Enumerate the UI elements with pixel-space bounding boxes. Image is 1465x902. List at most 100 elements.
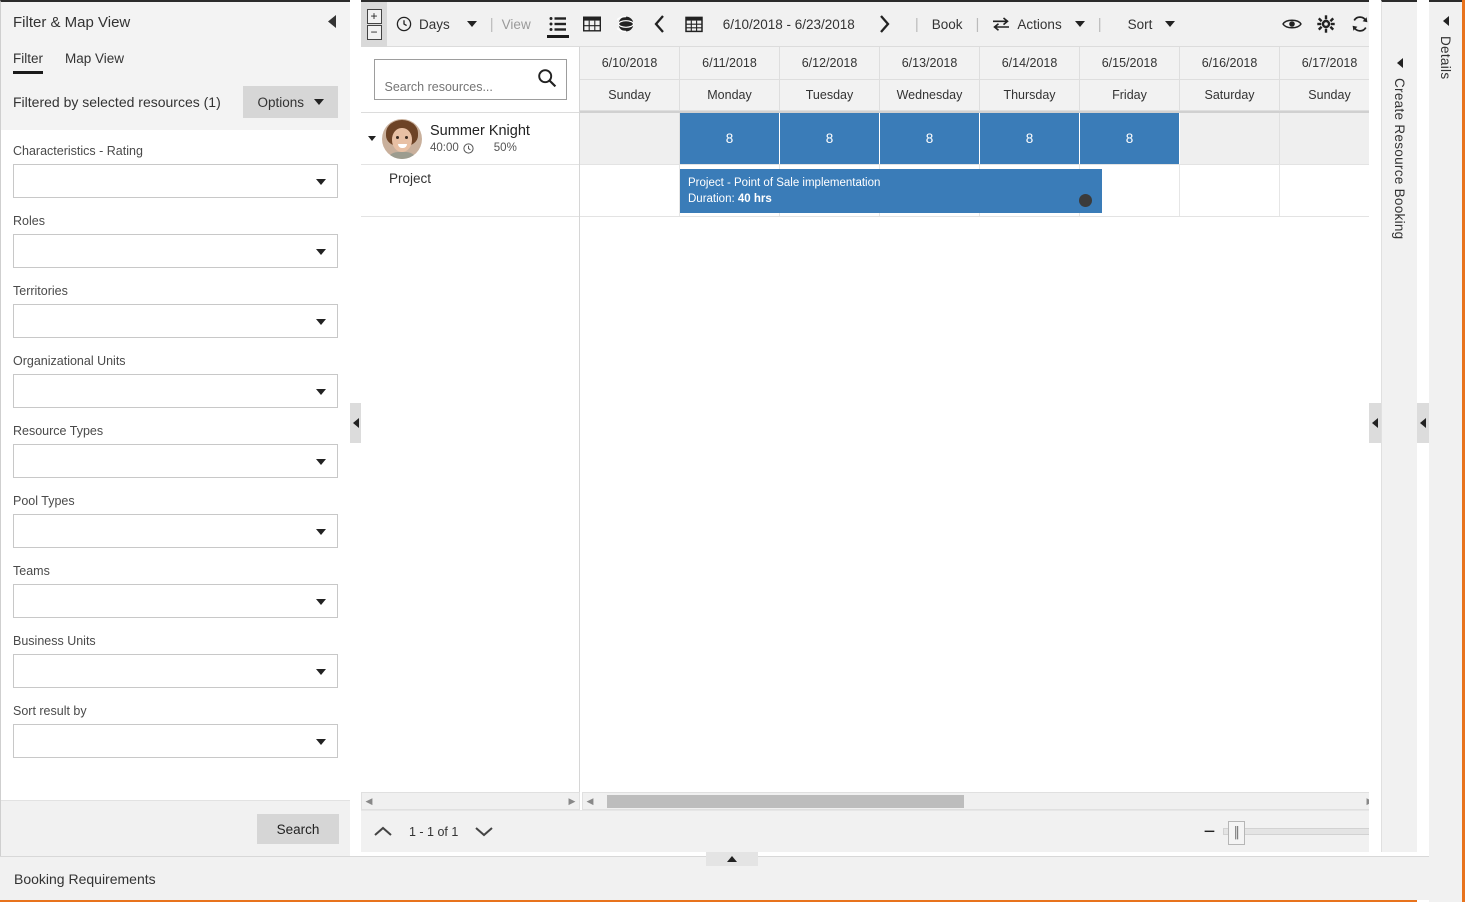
date-header-cell: 6/17/2018 — [1280, 47, 1380, 80]
right-splitter-handle[interactable] — [1369, 403, 1381, 443]
organizational-units-select[interactable] — [13, 374, 338, 408]
scroll-left-arrow[interactable]: ◀ — [362, 796, 376, 807]
zoom-slider-thumb[interactable]: ║ — [1228, 821, 1246, 845]
territories-select[interactable] — [13, 304, 338, 338]
filtered-by-label: Filtered by selected resources (1) — [13, 94, 221, 110]
expand-collapse-toggle[interactable] — [365, 136, 379, 141]
field-label: Pool Types — [13, 494, 75, 508]
zoom-in-button[interactable]: + — [366, 8, 382, 24]
resource-row[interactable]: Summer Knight 40:00 50% — [361, 113, 579, 165]
pagination-control: 1 - 1 of 1 — [361, 825, 494, 839]
zoom-out-button[interactable]: − — [366, 24, 382, 40]
resource-list-scrollbar[interactable]: ◀ ▶ — [361, 792, 580, 810]
chevron-down-icon — [368, 136, 376, 141]
teams-select[interactable] — [13, 584, 338, 618]
booking-requirements-collapse-toggle[interactable] — [706, 852, 758, 866]
field-pool-types: Pool Types — [13, 494, 338, 548]
booking-requirements-title: Booking Requirements — [14, 870, 156, 887]
details-splitter-handle[interactable] — [1417, 403, 1429, 443]
resource-hours: 40:00 — [430, 142, 459, 154]
calendar-icon[interactable] — [677, 2, 711, 47]
chevron-down-icon[interactable] — [474, 825, 494, 838]
capacity-cell[interactable] — [1280, 113, 1380, 164]
toolbar-separator: | — [914, 15, 919, 33]
field-label: Sort result by — [13, 704, 87, 718]
prev-period-button[interactable] — [643, 2, 677, 47]
chevron-down-icon — [316, 739, 326, 745]
time-scale-selector[interactable]: Days — [387, 2, 486, 47]
capacity-cell[interactable]: 8 — [1080, 113, 1180, 164]
chevron-left-icon[interactable] — [1396, 58, 1403, 68]
chevron-down-icon — [316, 529, 326, 535]
details-panel[interactable]: Details — [1429, 0, 1462, 902]
capacity-cell[interactable]: 8 — [880, 113, 980, 164]
date-header-cell: 6/16/2018 — [1180, 47, 1280, 80]
horizontal-scrollbars: ◀ ▶ ◀ ▶ — [361, 792, 1417, 810]
scrollbar-thumb[interactable] — [607, 795, 964, 808]
day-header-cell: Thursday — [980, 80, 1080, 111]
search-resources-input[interactable] — [382, 79, 533, 95]
date-header-cell: 6/13/2018 — [880, 47, 980, 80]
create-resource-booking-panel[interactable]: Create Resource Booking — [1381, 0, 1417, 852]
actions-menu[interactable]: Actions — [983, 2, 1093, 47]
capacity-cell[interactable] — [580, 113, 680, 164]
grid-view-icon[interactable] — [575, 2, 609, 47]
roles-select[interactable] — [13, 234, 338, 268]
resource-child-row[interactable]: Project — [361, 165, 579, 217]
booking-slot[interactable] — [1180, 165, 1280, 216]
timeline-scrollbar[interactable]: ◀ ▶ — [582, 792, 1378, 810]
chevron-left-icon[interactable] — [328, 15, 340, 29]
list-view-icon[interactable] — [541, 2, 575, 47]
scroll-right-arrow[interactable]: ▶ — [565, 796, 579, 807]
sort-menu[interactable]: Sort — [1106, 2, 1185, 47]
status-dot-icon — [1079, 194, 1092, 207]
resource-meta: 40:00 50% — [430, 142, 530, 154]
booking-slot[interactable] — [1280, 165, 1380, 216]
globe-view-icon[interactable] — [609, 2, 643, 47]
search-icon[interactable] — [537, 68, 557, 88]
left-splitter-handle[interactable] — [350, 403, 361, 443]
characteristics-rating-select[interactable] — [13, 164, 338, 198]
resource-types-select[interactable] — [13, 444, 338, 478]
capacity-cell[interactable]: 8 — [680, 113, 780, 164]
booking-slot[interactable] — [580, 165, 680, 216]
field-resource-types: Resource Types — [13, 424, 338, 478]
gear-icon[interactable] — [1309, 2, 1343, 47]
field-label: Territories — [13, 284, 68, 298]
next-period-button[interactable] — [867, 2, 901, 47]
pool-types-select[interactable] — [13, 514, 338, 548]
capacity-row: 8 8 8 8 8 — [580, 113, 1417, 165]
filter-panel-tabs: Filter Map View — [1, 42, 350, 74]
sort-result-by-select[interactable] — [13, 724, 338, 758]
eye-icon[interactable] — [1275, 2, 1309, 47]
date-header-cell: 6/11/2018 — [680, 47, 780, 80]
booking-duration-value: 40 hrs — [737, 193, 772, 205]
avatar — [382, 118, 422, 159]
business-units-select[interactable] — [13, 654, 338, 688]
resource-child-label: Project — [389, 171, 432, 186]
scroll-left-arrow[interactable]: ◀ — [583, 796, 597, 807]
capacity-cell[interactable] — [1180, 113, 1280, 164]
field-label: Resource Types — [13, 424, 104, 438]
options-button[interactable]: Options — [243, 86, 338, 118]
search-button[interactable]: Search — [257, 814, 339, 844]
filtered-by-bar: Filtered by selected resources (1) Optio… — [1, 74, 350, 130]
day-header-cell: Saturday — [1180, 80, 1280, 111]
chevron-left-icon[interactable] — [1442, 16, 1449, 26]
book-button[interactable]: Book — [923, 2, 972, 47]
zoom-out-button[interactable]: − — [1204, 822, 1216, 842]
tab-filter[interactable]: Filter — [13, 51, 43, 74]
field-label: Business Units — [13, 634, 96, 648]
booking-bar[interactable]: Project - Point of Sale implementation D… — [680, 169, 1102, 213]
capacity-cell[interactable]: 8 — [780, 113, 880, 164]
chevron-down-icon — [316, 249, 326, 255]
schedule-toolbar: + − Days | View 6/10/2018 - 6/23/2018 | … — [361, 1, 1417, 47]
chevron-down-icon — [316, 599, 326, 605]
clock-icon — [396, 16, 412, 32]
tab-map-view[interactable]: Map View — [65, 51, 124, 74]
chevron-up-icon[interactable] — [373, 825, 393, 838]
date-range-label[interactable]: 6/10/2018 - 6/23/2018 — [711, 17, 867, 32]
resource-search-box[interactable] — [373, 59, 567, 100]
capacity-cell[interactable]: 8 — [980, 113, 1080, 164]
zoom-slider-track[interactable]: ║ — [1223, 821, 1384, 845]
